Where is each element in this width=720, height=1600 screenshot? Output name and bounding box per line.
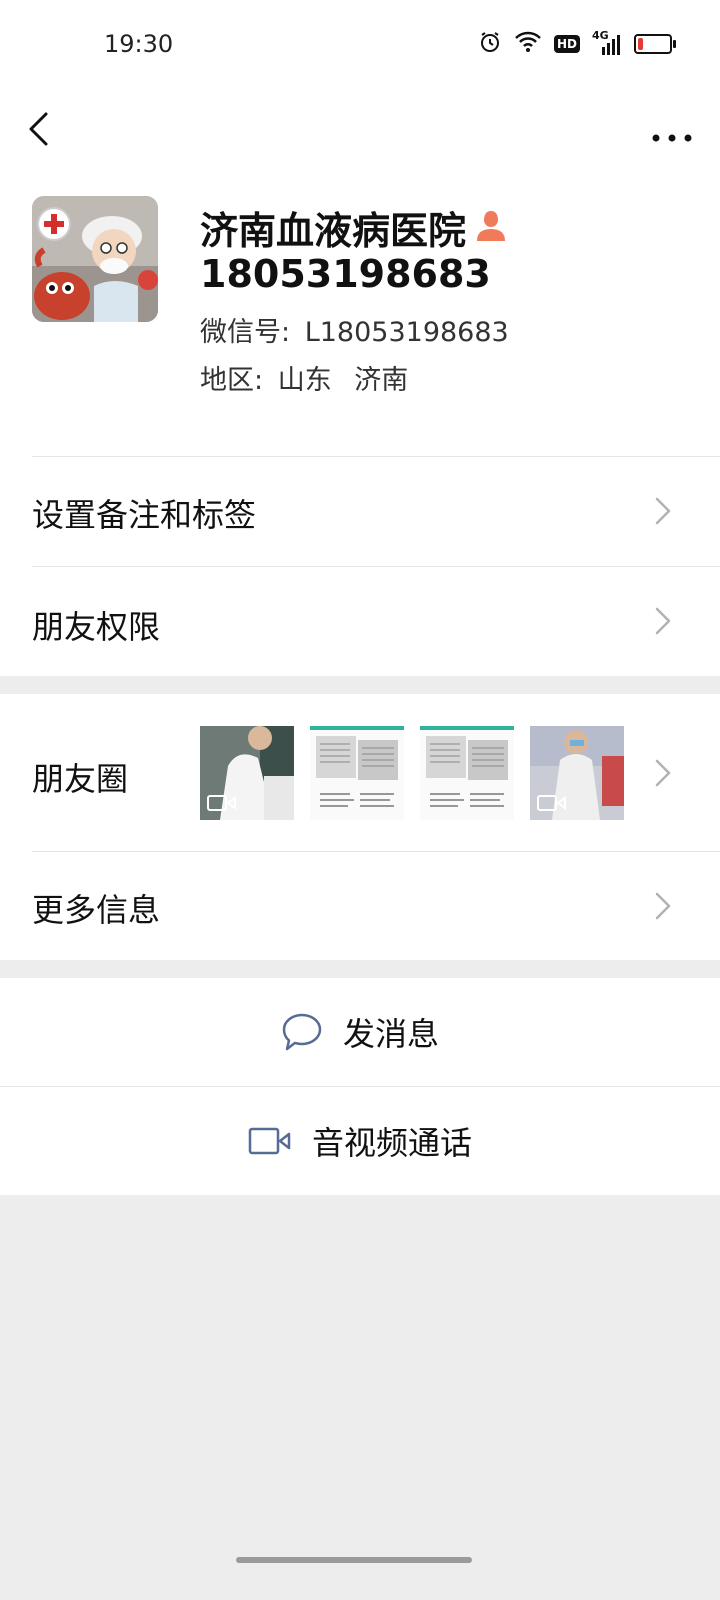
av-call-label: 音视频通话 <box>311 1124 472 1162</box>
chevron-right-icon <box>655 892 671 920</box>
moments-thumbnails <box>200 726 624 820</box>
chevron-right-icon <box>655 607 671 635</box>
moment-thumbnail[interactable] <box>200 726 294 820</box>
more-dots-icon <box>652 134 692 142</box>
status-icons: HD 4G <box>478 30 676 58</box>
status-time: 19:30 <box>104 30 174 58</box>
wechat-id-label: 微信号: <box>200 317 291 348</box>
remark-and-tags-label: 设置备注和标签 <box>32 496 257 534</box>
female-icon <box>474 209 508 247</box>
moment-thumbnail[interactable] <box>530 726 624 820</box>
profile-name: 济南血液病医院 <box>200 209 467 253</box>
battery-low-icon <box>634 34 676 54</box>
region-label: 地区: <box>200 365 264 396</box>
remark-and-tags-row[interactable]: 设置备注和标签 <box>0 456 720 566</box>
back-button[interactable] <box>24 100 64 160</box>
more-button[interactable] <box>648 110 696 150</box>
more-info-label: 更多信息 <box>32 891 161 929</box>
video-camera-icon <box>248 1127 291 1155</box>
chevron-right-icon <box>655 759 671 787</box>
video-icon <box>207 795 236 811</box>
send-message-button[interactable]: 发消息 <box>0 978 720 1086</box>
moment-thumbnail[interactable] <box>420 726 514 820</box>
friend-permissions-row[interactable]: 朋友权限 <box>0 566 720 676</box>
region-row: 地区: 山东 济南 <box>200 358 408 397</box>
av-call-button[interactable]: 音视频通话 <box>0 1087 720 1195</box>
chevron-right-icon <box>655 497 671 525</box>
home-indicator[interactable] <box>236 1557 472 1563</box>
chevron-left-icon <box>29 112 48 146</box>
battery-level <box>638 38 643 50</box>
profile-name-row: 济南血液病医院 <box>200 200 508 255</box>
settings-section: 设置备注和标签 朋友权限 <box>0 456 720 676</box>
moments-section: 朋友圈 更多信息 <box>0 694 720 960</box>
moment-thumbnail[interactable] <box>310 726 404 820</box>
moments-label: 朋友圈 <box>32 760 129 798</box>
wifi-icon <box>514 31 542 57</box>
profile-card: 济南血液病医院 18053198683 微信号: L18053198683 地区… <box>0 180 720 456</box>
alarm-icon <box>478 30 502 58</box>
profile-number: 18053198683 <box>200 252 491 296</box>
status-bar: 19:30 HD 4G <box>0 0 720 90</box>
friend-permissions-label: 朋友权限 <box>32 608 161 646</box>
send-message-label: 发消息 <box>342 1015 439 1053</box>
region-province: 山东 <box>277 365 332 396</box>
wechat-id-value: L18053198683 <box>304 317 509 348</box>
wechat-id-row: 微信号: L18053198683 <box>200 310 509 349</box>
avatar[interactable] <box>32 196 158 322</box>
signal-4g-icon: 4G <box>592 30 622 55</box>
chat-bubble-icon <box>282 1013 322 1051</box>
moments-row[interactable]: 朋友圈 <box>0 694 720 851</box>
region-city: 济南 <box>354 365 409 396</box>
hd-badge: HD <box>553 35 580 53</box>
more-info-row[interactable]: 更多信息 <box>0 851 720 960</box>
video-icon <box>537 795 566 811</box>
nav-bar <box>0 90 720 180</box>
